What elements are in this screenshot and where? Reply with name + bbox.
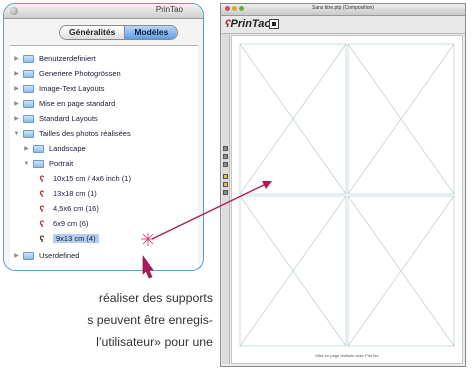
caption-line: s peuvent être enregis- <box>87 313 213 327</box>
connector-arrow <box>151 181 271 240</box>
caption-line: l’utilisateur» pour une <box>96 335 213 349</box>
caption-text: réaliser des supports s peuvent être enr… <box>0 287 213 353</box>
sparkle-icon <box>141 233 154 246</box>
caption-line: réaliser des supports <box>98 291 213 305</box>
mouse-pointer-icon <box>142 255 154 279</box>
